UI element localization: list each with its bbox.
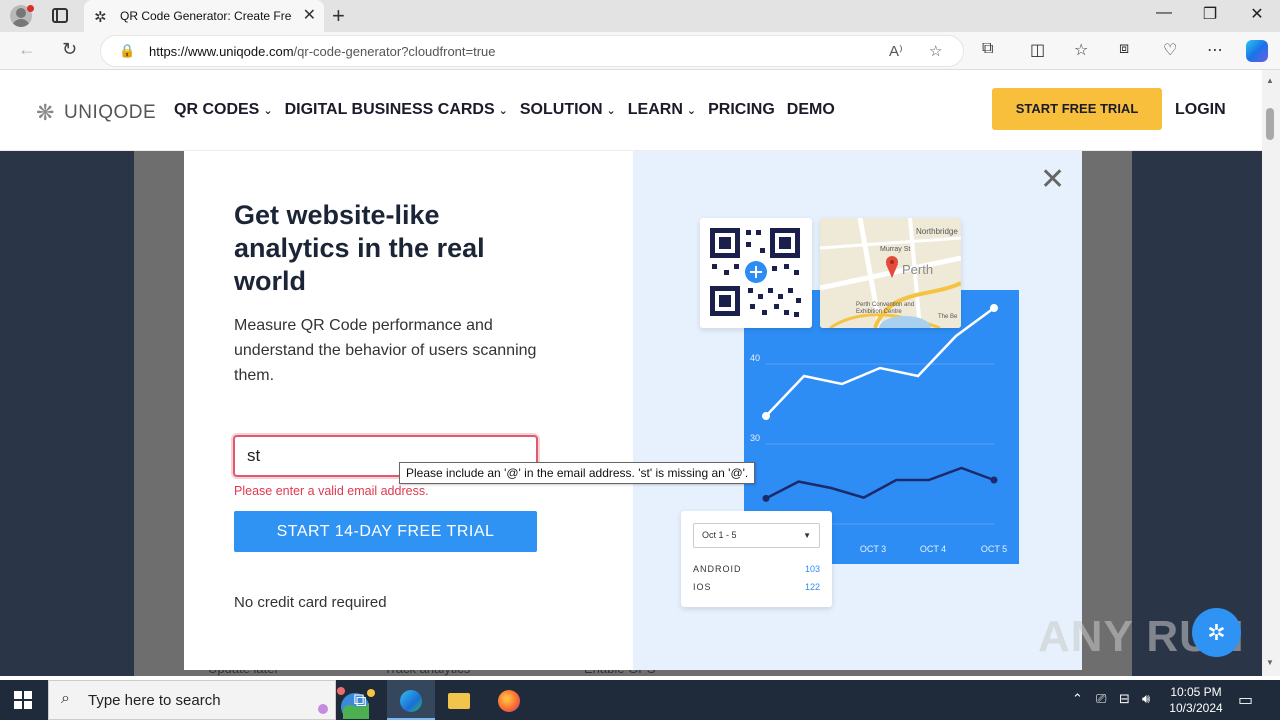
series-2-point: [762, 494, 770, 502]
stat-label-android: ANDROID: [693, 564, 742, 574]
scroll-up-icon[interactable]: ▲: [1266, 76, 1274, 85]
uniqode-logo-icon[interactable]: ❋: [36, 100, 54, 126]
nav-item-demo[interactable]: DEMO: [787, 101, 835, 119]
collections-icon[interactable]: ⧈: [1119, 40, 1129, 58]
file-explorer-icon[interactable]: [435, 680, 483, 720]
browser-toolbar: ← ↻ 🔒 https://www.uniqode.com/qr-code-ge…: [0, 32, 1280, 70]
copilot-icon[interactable]: [1246, 40, 1268, 62]
refresh-icon[interactable]: ↻: [62, 39, 77, 60]
nav-item-digital-business-cards[interactable]: DIGITAL BUSINESS CARDS ⌄: [285, 101, 508, 119]
nav-item-learn[interactable]: LEARN ⌄: [628, 101, 696, 119]
stat-value-android: 103: [804, 564, 820, 574]
search-icon: ⌕: [61, 690, 70, 707]
no-credit-card-note: No credit card required: [234, 594, 387, 611]
login-link[interactable]: LOGIN: [1175, 101, 1226, 119]
lock-icon[interactable]: 🔒: [119, 43, 135, 59]
y-tick-label: 40: [750, 353, 760, 363]
start-free-trial-button[interactable]: START FREE TRIAL: [992, 88, 1162, 130]
chevron-down-icon: ⌄: [263, 105, 273, 117]
browser-tab-active[interactable]: ✲ QR Code Generator: Create Free ✕: [84, 0, 324, 32]
read-aloud-icon[interactable]: A⁾: [889, 42, 903, 60]
taskbar-search-box[interactable]: ⌕ Type here to search: [48, 680, 375, 720]
network-icon[interactable]: ⊟: [1119, 691, 1130, 707]
platform-stats-card: Oct 1 - 5 ▼ ANDROID 103 IOS 122: [681, 511, 832, 607]
minimize-window-icon[interactable]: —: [1141, 4, 1187, 22]
stat-label-ios: IOS: [693, 582, 712, 592]
nav-item-pricing[interactable]: PRICING: [708, 101, 775, 119]
firefox-icon[interactable]: [485, 680, 533, 720]
windows-start-icon[interactable]: [14, 691, 32, 709]
qr-code-card: [700, 218, 812, 328]
tab-title: QR Code Generator: Create Free: [120, 9, 292, 23]
meet-now-icon[interactable]: ⎚: [1096, 691, 1106, 707]
nav-item-solution[interactable]: SOLUTION ⌄: [520, 101, 616, 119]
chevron-down-icon: ⌄: [606, 105, 616, 117]
y-tick-label: 30: [750, 433, 760, 443]
edge-taskbar-icon[interactable]: [387, 680, 435, 720]
browser-essentials-icon[interactable]: ♡: [1163, 40, 1177, 60]
series-1-point: [762, 412, 770, 420]
series-2-point: [990, 476, 998, 484]
modal-headline: Get website-like analytics in the real w…: [234, 200, 485, 296]
caret-down-icon: ▼: [803, 531, 811, 540]
clock-time: 10:05 PM: [1170, 685, 1222, 699]
qr-code-icon: [710, 228, 801, 317]
split-screen-icon[interactable]: ◫: [1030, 40, 1045, 60]
favorites-icon[interactable]: ☆: [1074, 40, 1088, 60]
nav-item-qr-codes[interactable]: QR CODES ⌄: [174, 101, 273, 119]
favorite-star-icon[interactable]: ☆: [929, 42, 942, 60]
browser-tab-bar: ✲ QR Code Generator: Create Free ✕ + — ❐…: [0, 0, 1280, 32]
close-modal-icon[interactable]: ✕: [1040, 165, 1065, 195]
x-tick-label: OCT 5: [981, 544, 1007, 554]
clock-date: 10/3/2024: [1169, 701, 1223, 715]
back-icon[interactable]: ←: [18, 39, 36, 60]
map-label-northbridge: Northbridge: [916, 227, 958, 236]
site-logo-text[interactable]: UNIQODE: [64, 102, 156, 124]
settings-more-icon[interactable]: ⋯: [1207, 40, 1223, 60]
close-window-icon[interactable]: ✕: [1234, 4, 1280, 24]
address-bar[interactable]: 🔒 https://www.uniqode.com/qr-code-genera…: [100, 35, 964, 67]
x-tick-label: OCT 3: [860, 544, 886, 554]
stat-value-ios: 122: [804, 582, 820, 592]
map-label-city: Perth: [902, 262, 934, 277]
series-line-2: [765, 466, 995, 500]
tab-actions-icon[interactable]: [52, 8, 68, 23]
url-text[interactable]: https://www.uniqode.com/qr-code-generato…: [149, 44, 496, 59]
map-label-venue: Perth Convention and Exhibition Centre: [856, 302, 915, 315]
chat-icon: ✲: [1207, 620, 1226, 645]
volume-icon[interactable]: 🔊︎: [1142, 691, 1150, 707]
new-tab-icon[interactable]: +: [332, 3, 345, 29]
map-label-the-be: The Be: [938, 314, 958, 320]
extensions-icon[interactable]: ⧉: [982, 40, 993, 58]
date-range-value: Oct 1 - 5: [702, 530, 737, 540]
modal-subtext: Measure QR Code performance and understa…: [234, 317, 537, 384]
notifications-icon[interactable]: ▭: [1238, 690, 1253, 710]
tab-close-icon[interactable]: ✕: [303, 5, 316, 25]
restore-window-icon[interactable]: ❐: [1187, 4, 1233, 24]
windows-taskbar: ⌕ Type here to search ⧉ ⌃ ⎚ ⊟ 🔊︎ 10:05 P…: [0, 680, 1280, 720]
page-scrollbar[interactable]: ▲ ▼: [1262, 70, 1280, 676]
map-card: Perth Northbridge Murray St Perth Conven…: [820, 218, 961, 328]
uniqode-favicon-icon: ✲: [94, 9, 107, 26]
series-1-point: [990, 304, 998, 312]
site-header: ❋ UNIQODE QR CODES ⌄ DIGITAL BUSINESS CAR…: [0, 70, 1262, 151]
validation-tooltip: Please include an '@' in the email addre…: [399, 462, 756, 484]
start-14-day-trial-button[interactable]: START 14-DAY FREE TRIAL: [234, 511, 537, 552]
x-tick-label: OCT 4: [920, 544, 946, 554]
chevron-down-icon: ⌄: [686, 105, 697, 117]
chevron-down-icon: ⌄: [498, 105, 508, 117]
date-range-dropdown[interactable]: Oct 1 - 5 ▼: [693, 523, 820, 548]
tray-overflow-chevron-icon[interactable]: ⌃: [1072, 691, 1083, 707]
chat-widget-button[interactable]: ✲: [1192, 608, 1241, 657]
email-error-message: Please enter a valid email address.: [234, 484, 429, 498]
main-nav: QR CODES ⌄ DIGITAL BUSINESS CARDS ⌄ SOLUTI…: [174, 101, 835, 119]
task-view-icon[interactable]: ⧉: [336, 680, 384, 720]
taskbar-search-placeholder: Type here to search: [88, 692, 221, 709]
scroll-down-icon[interactable]: ▼: [1266, 658, 1274, 667]
scroll-thumb[interactable]: [1266, 108, 1274, 140]
profile-notification-dot: [27, 5, 34, 12]
taskbar-clock[interactable]: 10:05 PM 10/3/2024: [1164, 684, 1228, 716]
map-label-street: Murray St: [880, 246, 911, 253]
